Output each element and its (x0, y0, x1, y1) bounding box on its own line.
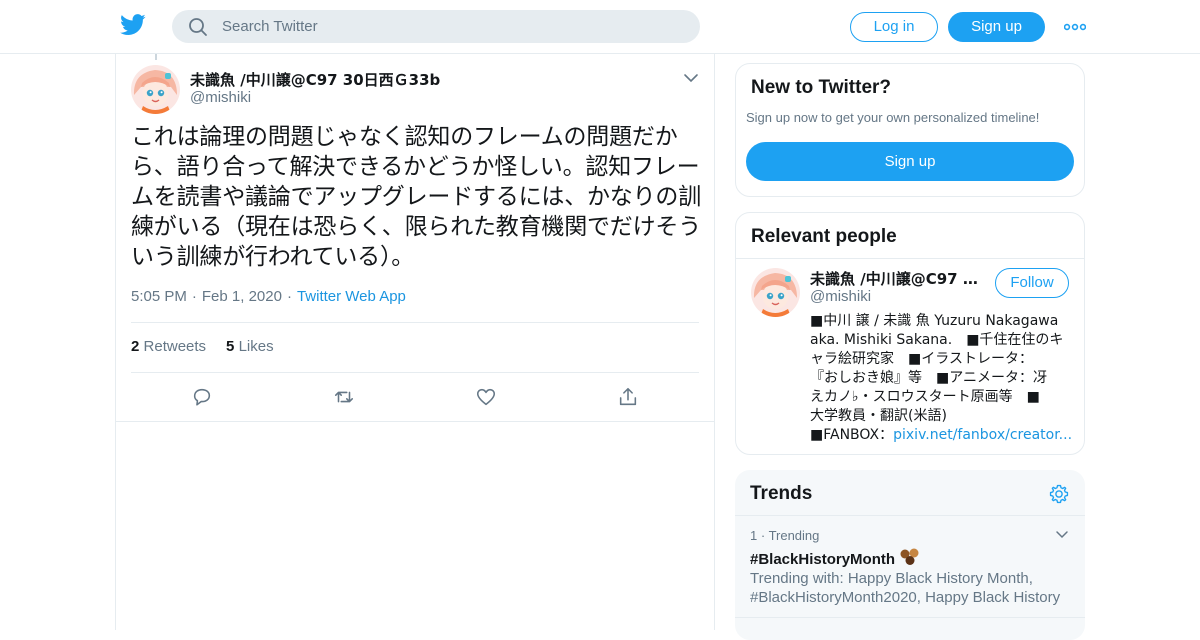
sign-up-button[interactable]: Sign up (948, 12, 1045, 42)
bio-line: aka. Mishiki Sakana. ■千住在住のキ (810, 332, 1064, 348)
relevant-person-bio: ■中川 譲 / 未識 魚 Yuzuru Nakagawa aka. Mishik… (810, 312, 1072, 445)
tweet-text: これは論理の問題じゃなく認知のフレームの問題だから、語り合って解決できるかどうか… (131, 124, 702, 270)
bio-fanbox-prefix: ■FANBOX： (810, 427, 894, 443)
tweet-author-handle[interactable]: @mishiki (190, 89, 251, 106)
bio-line: 大学教員・翻訳(米語) (810, 408, 947, 424)
divider (735, 515, 1085, 516)
trend-trending-with: Trending with: Happy Black History Month… (750, 570, 1061, 606)
raised-fists-emoji-icon (899, 548, 921, 566)
search-input[interactable] (222, 10, 682, 43)
trends-title: Trends (750, 483, 813, 504)
tweet-time[interactable]: 5:05 PM (131, 288, 187, 305)
search-box[interactable] (172, 10, 700, 43)
bio-line: ■中川 譲 / 未識 魚 Yuzuru Nakagawa (810, 313, 1059, 329)
trend-hashtag-text: #BlackHistoryMonth (750, 551, 896, 568)
trend-hashtag[interactable]: #BlackHistoryMonth (750, 548, 921, 568)
chevron-down-icon[interactable] (1055, 530, 1069, 540)
search-icon (189, 18, 207, 36)
tweet-stats: 2 Retweets 5 Likes (131, 338, 274, 355)
heart-icon[interactable] (475, 386, 497, 408)
tweet-timestamp-line: 5:05 PM · Feb 1, 2020 · Twitter Web App (131, 288, 406, 305)
follow-button[interactable]: Follow (995, 268, 1069, 298)
more-dots-icon[interactable] (1064, 20, 1086, 34)
tweet-date[interactable]: Feb 1, 2020 (202, 288, 282, 305)
twitter-bird-icon[interactable] (120, 14, 146, 36)
avatar[interactable] (131, 65, 180, 114)
share-icon[interactable] (617, 386, 639, 408)
trend-rank: 1 (750, 528, 758, 543)
tweet-author-name[interactable]: 未識魚 /中川譲@C97 30日西Ｇ33b (190, 69, 440, 90)
new-to-twitter-title: New to Twitter? (751, 77, 892, 98)
tweet-source-link[interactable]: Twitter Web App (297, 288, 406, 305)
sidebar-sign-up-button[interactable]: Sign up (746, 142, 1074, 181)
trend-label: Trending (768, 528, 820, 543)
retweet-icon[interactable] (333, 386, 355, 408)
trend-meta: 1 · Trending (750, 528, 820, 543)
relevant-people-title: Relevant people (751, 226, 897, 247)
likes-stat[interactable]: 5 Likes (226, 338, 274, 355)
divider (116, 421, 714, 422)
retweets-count: 2 (131, 338, 140, 355)
new-to-twitter-subtitle: Sign up now to get your own personalized… (746, 110, 1040, 125)
relevant-people-card: Relevant people 未識魚 /中川譲@C97 30... @mish… (735, 212, 1085, 455)
likes-label: Likes (238, 338, 274, 355)
reply-icon[interactable] (191, 386, 213, 408)
separator-dot: · (286, 288, 292, 305)
bio-line: ャラ絵研究家 ■イラストレータ： (810, 351, 1033, 367)
chevron-down-icon[interactable] (683, 72, 699, 84)
anime-avatar-image (131, 65, 180, 114)
divider (131, 372, 699, 373)
likes-count: 5 (226, 338, 235, 355)
divider (736, 258, 1084, 259)
retweets-label: Retweets (143, 338, 207, 355)
gear-icon[interactable] (1048, 483, 1070, 505)
bio-fanbox-link[interactable]: pixiv.net/fanbox/creator... (893, 427, 1072, 443)
thread-connector-line (155, 54, 157, 60)
divider (131, 322, 699, 323)
relevant-person-handle[interactable]: @mishiki (810, 288, 871, 305)
avatar[interactable] (751, 268, 800, 317)
new-to-twitter-card: New to Twitter? Sign up now to get your … (735, 63, 1085, 197)
separator-dot: · (191, 288, 197, 305)
bio-line: 『おしおき娘』等 ■アニメータ：冴 (810, 370, 1047, 386)
relevant-person-name[interactable]: 未識魚 /中川譲@C97 30... (810, 268, 988, 289)
bio-line: えカノ♭・スロウスタート原画等 ■ (810, 389, 1040, 405)
log-in-button[interactable]: Log in (850, 12, 938, 42)
bio-line: ■FANBOX：pixiv.net/fanbox/creator... (810, 426, 1072, 445)
trends-card: Trends 1 · Trending #BlackHistoryMonth T… (735, 470, 1085, 640)
top-navigation-bar: Log in Sign up (0, 0, 1200, 54)
retweets-stat[interactable]: 2 Retweets (131, 338, 206, 355)
anime-avatar-image (751, 268, 800, 317)
divider (735, 617, 1085, 618)
